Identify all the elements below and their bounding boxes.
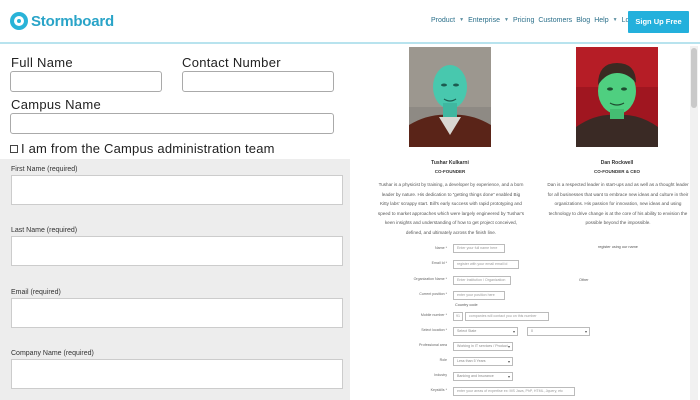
founder-bio-line: Kitty labs' scrappy start. Bill's early … [380, 201, 522, 207]
campus-admin-checkbox[interactable] [10, 144, 18, 153]
founder-bio-line: speed to market approaches which were la… [377, 210, 525, 216]
logo-text: Stormboard [31, 12, 115, 30]
founder-role: CO-FOUNDER & CEO [594, 169, 640, 174]
stormboard-logo-icon [10, 12, 28, 30]
rf-country-code-note: Country code [455, 303, 478, 307]
contact-number-label: Contact Number [182, 55, 281, 70]
last-name-input[interactable] [11, 236, 343, 266]
rf-industry-label: Industry [434, 373, 447, 377]
rf-industry-value: Banking and Insurance [457, 374, 494, 378]
first-name-input[interactable] [11, 175, 343, 205]
rf-city-value: 0 [531, 329, 533, 333]
nav-blog[interactable]: Blog [576, 17, 590, 24]
chevron-down-icon: ▾ [507, 344, 510, 349]
chevron-down-icon: ▾ [507, 374, 510, 379]
chevron-down-icon: ▾ [507, 359, 510, 364]
chevron-down-icon: ▾ [512, 329, 515, 334]
rf-professional-value: Working in IT services / Product [457, 344, 508, 348]
stormboard-logo[interactable]: Stormboard [10, 12, 114, 30]
founder-bio-line: Dan is a respected leader in start-ups a… [547, 182, 689, 187]
nav-product[interactable]: Product [431, 17, 455, 24]
company-name-input[interactable] [11, 359, 343, 389]
rf-role-label: Role [439, 358, 447, 362]
founder-name: Dan Rockwell [600, 160, 634, 166]
company-name-label: Company Name (required) [11, 349, 94, 358]
rf-skills-label: Keyskills * [430, 388, 447, 392]
rf-role-value: Less than 5 Years [457, 359, 486, 363]
rf-role-select[interactable]: Less than 5 Years ▾ [453, 357, 513, 366]
email-label: Email (required) [11, 288, 61, 297]
rf-city-select[interactable]: 0 ▾ [527, 327, 590, 336]
full-name-input[interactable] [10, 71, 162, 92]
nav-enterprise[interactable]: Enterprise [468, 17, 500, 24]
campus-name-label: Campus Name [11, 97, 101, 112]
rf-state-value: Select State [457, 329, 477, 333]
rf-email-label: Email Id * [431, 261, 447, 265]
founder-photo-tushar [409, 47, 491, 147]
campus-name-input[interactable] [10, 113, 334, 134]
rf-mobile-input[interactable]: companies will contact you on this numbe… [465, 312, 549, 321]
rf-register-note: register using our name [598, 245, 638, 249]
rf-other-label: Other [579, 278, 589, 282]
chevron-down-icon: ▾ [584, 329, 587, 334]
rf-position-input[interactable]: enter your position here [453, 291, 505, 300]
founder-bio-line: Tushar is a physicist by training, a dev… [378, 182, 524, 187]
rf-skills-input[interactable]: enter your areas of expertise ex: MS Jav… [453, 387, 575, 396]
rf-mobile-label: Mobile number * [420, 313, 447, 317]
rf-country-code-input[interactable]: 91 [453, 312, 463, 321]
chevron-down-icon: ▼ [612, 17, 618, 23]
nav-customers[interactable]: Customers [538, 17, 572, 24]
founder-bio-line: organizations. His passion for innovatio… [554, 201, 682, 207]
rf-name-input[interactable]: Enter your full name here [453, 244, 505, 253]
email-input[interactable] [11, 298, 343, 328]
campus-admin-checkbox-label: I am from the Campus administration team [21, 141, 275, 156]
sign-up-free-button[interactable]: Sign Up Free [628, 11, 689, 33]
page-scrollbar[interactable] [690, 46, 698, 400]
founder-bio-line: for all businesses that want to embrace … [547, 191, 689, 197]
top-navigation-bar: Stormboard Product ▼ Enterprise ▼ Pricin… [0, 0, 700, 44]
founder-bio-line: leader by nature. His dedication to “get… [381, 191, 521, 197]
founder-name: Tushar Kulkarni [431, 160, 469, 166]
rf-organization-input[interactable]: Enter Institution / Organization [453, 276, 511, 285]
rf-location-label: Select location * [421, 328, 447, 332]
rf-position-label: Current position * [419, 292, 447, 296]
scrollbar-thumb[interactable] [691, 48, 697, 108]
nav-pricing[interactable]: Pricing [513, 17, 534, 24]
founder-bio-line: keen insights and understanding of how t… [384, 220, 518, 226]
nav-help[interactable]: Help [594, 17, 608, 24]
founder-bio-line: defined, and ultimately across the finis… [405, 229, 497, 235]
chevron-down-icon: ▼ [503, 17, 509, 23]
founder-bio-line: technology to drive change is at the cor… [548, 210, 688, 216]
campus-admin-row: I am from the Campus administration team [10, 141, 275, 156]
last-name-label: Last Name (required) [11, 226, 78, 235]
page: Stormboard Product ▼ Enterprise ▼ Pricin… [0, 0, 700, 400]
rf-industry-select[interactable]: Banking and Insurance ▾ [453, 372, 513, 381]
founder-photo-dan [576, 47, 658, 147]
rf-state-select[interactable]: Select State ▾ [453, 327, 518, 336]
rf-name-label: Name * [435, 246, 447, 250]
rf-professional-label: Professional area [419, 343, 447, 347]
founder-role: CO-FOUNDER [434, 169, 466, 174]
contact-form-panel: First Name (required) Last Name (require… [0, 159, 350, 400]
contact-number-input[interactable] [182, 71, 334, 92]
founder-bio: Tushar is a physicist by training, a dev… [368, 180, 534, 238]
rf-professional-select[interactable]: Working in IT services / Product ▾ [453, 342, 513, 351]
rf-organization-label: Organization Name * [413, 277, 447, 281]
chevron-down-icon: ▼ [459, 17, 465, 23]
first-name-label: First Name (required) [11, 165, 78, 174]
full-name-label: Full Name [11, 55, 73, 70]
founder-bio: Dan is a respected leader in start-ups a… [536, 180, 700, 228]
main-nav: Product ▼ Enterprise ▼ Pricing Customers… [431, 17, 652, 24]
founder-bio-line: possible beyond the impossible. [585, 220, 651, 226]
rf-email-input[interactable]: register with your email email id [453, 260, 519, 269]
